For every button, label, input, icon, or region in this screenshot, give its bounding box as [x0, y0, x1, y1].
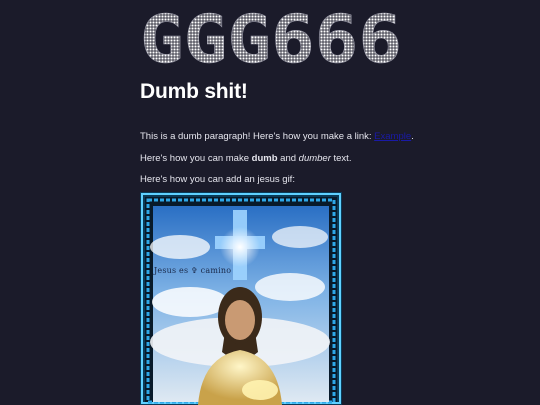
- jesus-gif-artwork: [140, 192, 342, 405]
- gif-caption: Jesus es ✞ camino: [154, 266, 232, 275]
- italic-text: dumber: [298, 153, 331, 164]
- page-title: Dumb shit!: [140, 80, 248, 103]
- banner-text: GGG666: [140, 6, 402, 68]
- bold-text: dumb: [251, 153, 278, 164]
- paragraph-link-period: .: [411, 131, 414, 142]
- site-banner-logo: GGG666: [140, 6, 402, 68]
- jesus-gif: Jesus es ✞ camino: [140, 192, 342, 405]
- paragraph-formatting: Here's how you can make dumb and dumber …: [140, 153, 351, 164]
- paragraph-formatting-end: text.: [330, 153, 352, 164]
- banner-lettering: GGG666: [140, 6, 402, 68]
- paragraph-formatting-start: Here's how you can make: [140, 153, 252, 164]
- paragraph-link-text: This is a dumb paragraph! Here's how you…: [140, 131, 375, 142]
- paragraph-formatting-and: and: [277, 153, 299, 164]
- example-link[interactable]: Example: [374, 131, 411, 142]
- page-content: GGG666 Dumb shit! This is a dumb paragra…: [140, 0, 540, 405]
- paragraph-link: This is a dumb paragraph! Here's how you…: [140, 131, 414, 142]
- paragraph-gif-intro: Here's how you can add an jesus gif:: [140, 174, 295, 185]
